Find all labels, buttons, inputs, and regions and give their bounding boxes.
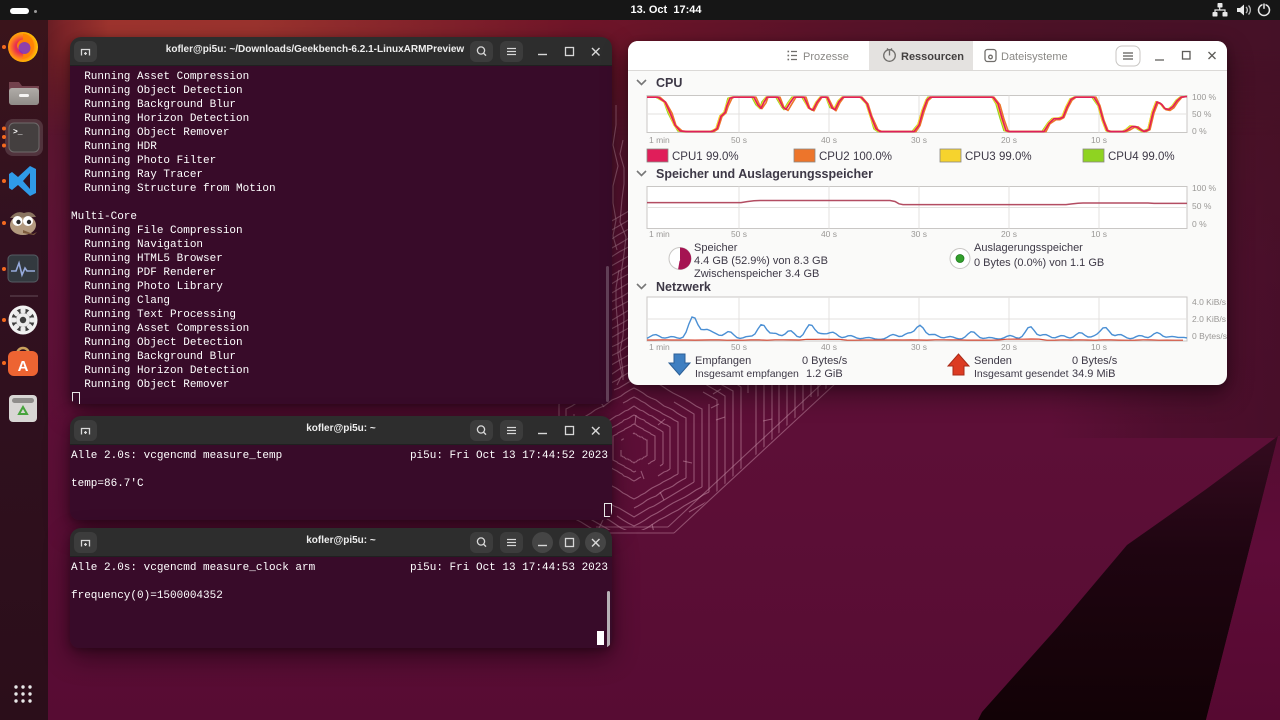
svg-text:Empfangen: Empfangen (695, 355, 751, 367)
svg-text:Senden: Senden (974, 355, 1012, 367)
svg-text:CPU: CPU (656, 76, 682, 90)
svg-text:0 Bytes/s: 0 Bytes/s (802, 355, 848, 367)
svg-text:30 s: 30 s (911, 229, 927, 239)
svg-text:Zwischenspeicher 3.4 GB: Zwischenspeicher 3.4 GB (694, 268, 819, 280)
svg-text:40 s: 40 s (821, 229, 837, 239)
svg-text:0 %: 0 % (1192, 219, 1207, 229)
svg-text:50 %: 50 % (1192, 201, 1212, 211)
svg-text:50 s: 50 s (731, 229, 747, 239)
svg-text:Netzwerk: Netzwerk (656, 280, 711, 294)
svg-text:30 s: 30 s (911, 135, 927, 145)
svg-text:2.0 KiB/s: 2.0 KiB/s (1192, 314, 1226, 324)
svg-text:4.4 GB (52.9%) von 8.3 GB: 4.4 GB (52.9%) von 8.3 GB (694, 255, 828, 267)
svg-text:34.9 MiB: 34.9 MiB (1072, 368, 1115, 380)
svg-text:40 s: 40 s (821, 135, 837, 145)
svg-text:10 s: 10 s (1091, 229, 1107, 239)
svg-text:100 %: 100 % (1192, 92, 1217, 102)
svg-text:>_: >_ (13, 128, 23, 137)
svg-text:20 s: 20 s (1001, 229, 1017, 239)
svg-text:0 Bytes (0.0%) von 1.1 GB: 0 Bytes (0.0%) von 1.1 GB (974, 257, 1104, 269)
svg-text:1 min: 1 min (649, 342, 670, 352)
svg-text:CPU2: CPU2 (819, 151, 850, 163)
svg-text:50 %: 50 % (1192, 109, 1212, 119)
svg-text:0 Bytes/s: 0 Bytes/s (1072, 355, 1118, 367)
svg-text:20 s: 20 s (1001, 135, 1017, 145)
svg-text:10 s: 10 s (1091, 135, 1107, 145)
svg-text:50 s: 50 s (731, 342, 747, 352)
svg-text:40 s: 40 s (821, 342, 837, 352)
svg-text:50 s: 50 s (731, 135, 747, 145)
svg-text:A: A (18, 358, 29, 375)
svg-text:99.0%: 99.0% (1142, 151, 1175, 163)
svg-text:Speicher: Speicher (694, 242, 738, 254)
svg-text:Insgesamt gesendet: Insgesamt gesendet (974, 368, 1069, 380)
svg-text:CPU1: CPU1 (672, 151, 703, 163)
svg-text:1 min: 1 min (649, 229, 670, 239)
svg-text:0 Bytes/s: 0 Bytes/s (1192, 331, 1227, 341)
svg-text:1.2 GiB: 1.2 GiB (806, 368, 843, 380)
svg-text:10 s: 10 s (1091, 342, 1107, 352)
svg-text:Insgesamt empfangen: Insgesamt empfangen (695, 368, 799, 380)
svg-text:Auslagerungsspeicher: Auslagerungsspeicher (974, 242, 1083, 254)
svg-text:99.0%: 99.0% (999, 151, 1032, 163)
svg-text:CPU4: CPU4 (1108, 151, 1139, 163)
svg-text:99.0%: 99.0% (706, 151, 739, 163)
svg-text:20 s: 20 s (1001, 342, 1017, 352)
svg-text:100.0%: 100.0% (853, 151, 892, 163)
svg-text:100 %: 100 % (1192, 183, 1217, 193)
svg-text:1 min: 1 min (649, 135, 670, 145)
svg-text:4.0 KiB/s: 4.0 KiB/s (1192, 297, 1226, 307)
svg-text:0 %: 0 % (1192, 126, 1207, 136)
svg-text:Speicher und Auslagerungsspeic: Speicher und Auslagerungsspeicher (656, 167, 873, 181)
svg-text:30 s: 30 s (911, 342, 927, 352)
svg-text:CPU3: CPU3 (965, 151, 996, 163)
